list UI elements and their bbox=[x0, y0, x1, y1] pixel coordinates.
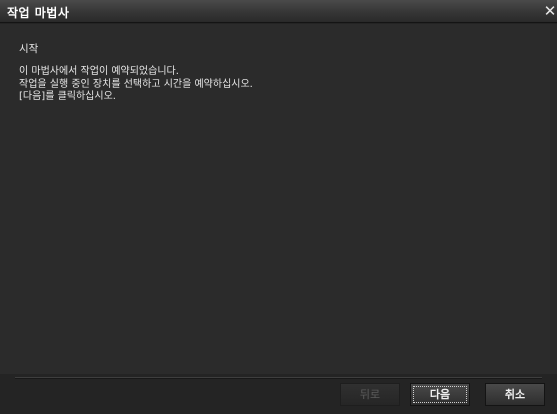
close-icon[interactable]: ✕ bbox=[543, 3, 557, 19]
wizard-content: 시작 이 마법사에서 작업이 예약되었습니다. 작업을 실행 중인 장치를 선택… bbox=[0, 24, 557, 374]
footer-divider-shadow bbox=[15, 378, 542, 379]
next-button[interactable]: 다음 bbox=[410, 383, 470, 406]
title-bar[interactable]: 작업 마법사 ✕ bbox=[0, 0, 557, 23]
wizard-window: 작업 마법사 ✕ 시작 이 마법사에서 작업이 예약되었습니다. 작업을 실행 … bbox=[0, 0, 557, 414]
instruction-line: 작업을 실행 중인 장치를 선택하고 시간을 예약하십시오. bbox=[19, 78, 253, 90]
back-button[interactable]: 뒤로 bbox=[340, 383, 400, 406]
button-bar: 뒤로 다음 취소 bbox=[0, 374, 557, 414]
instruction-line: 이 마법사에서 작업이 예약되었습니다. bbox=[19, 66, 179, 77]
instruction-line: [다음]를 클릭하십시오. bbox=[19, 91, 116, 102]
step-title: 시작 bbox=[19, 43, 39, 55]
cancel-button[interactable]: 취소 bbox=[485, 383, 545, 406]
window-title: 작업 마법사 bbox=[7, 6, 70, 20]
instructions: 이 마법사에서 작업이 예약되었습니다. 작업을 실행 중인 장치를 선택하고 … bbox=[19, 66, 253, 104]
